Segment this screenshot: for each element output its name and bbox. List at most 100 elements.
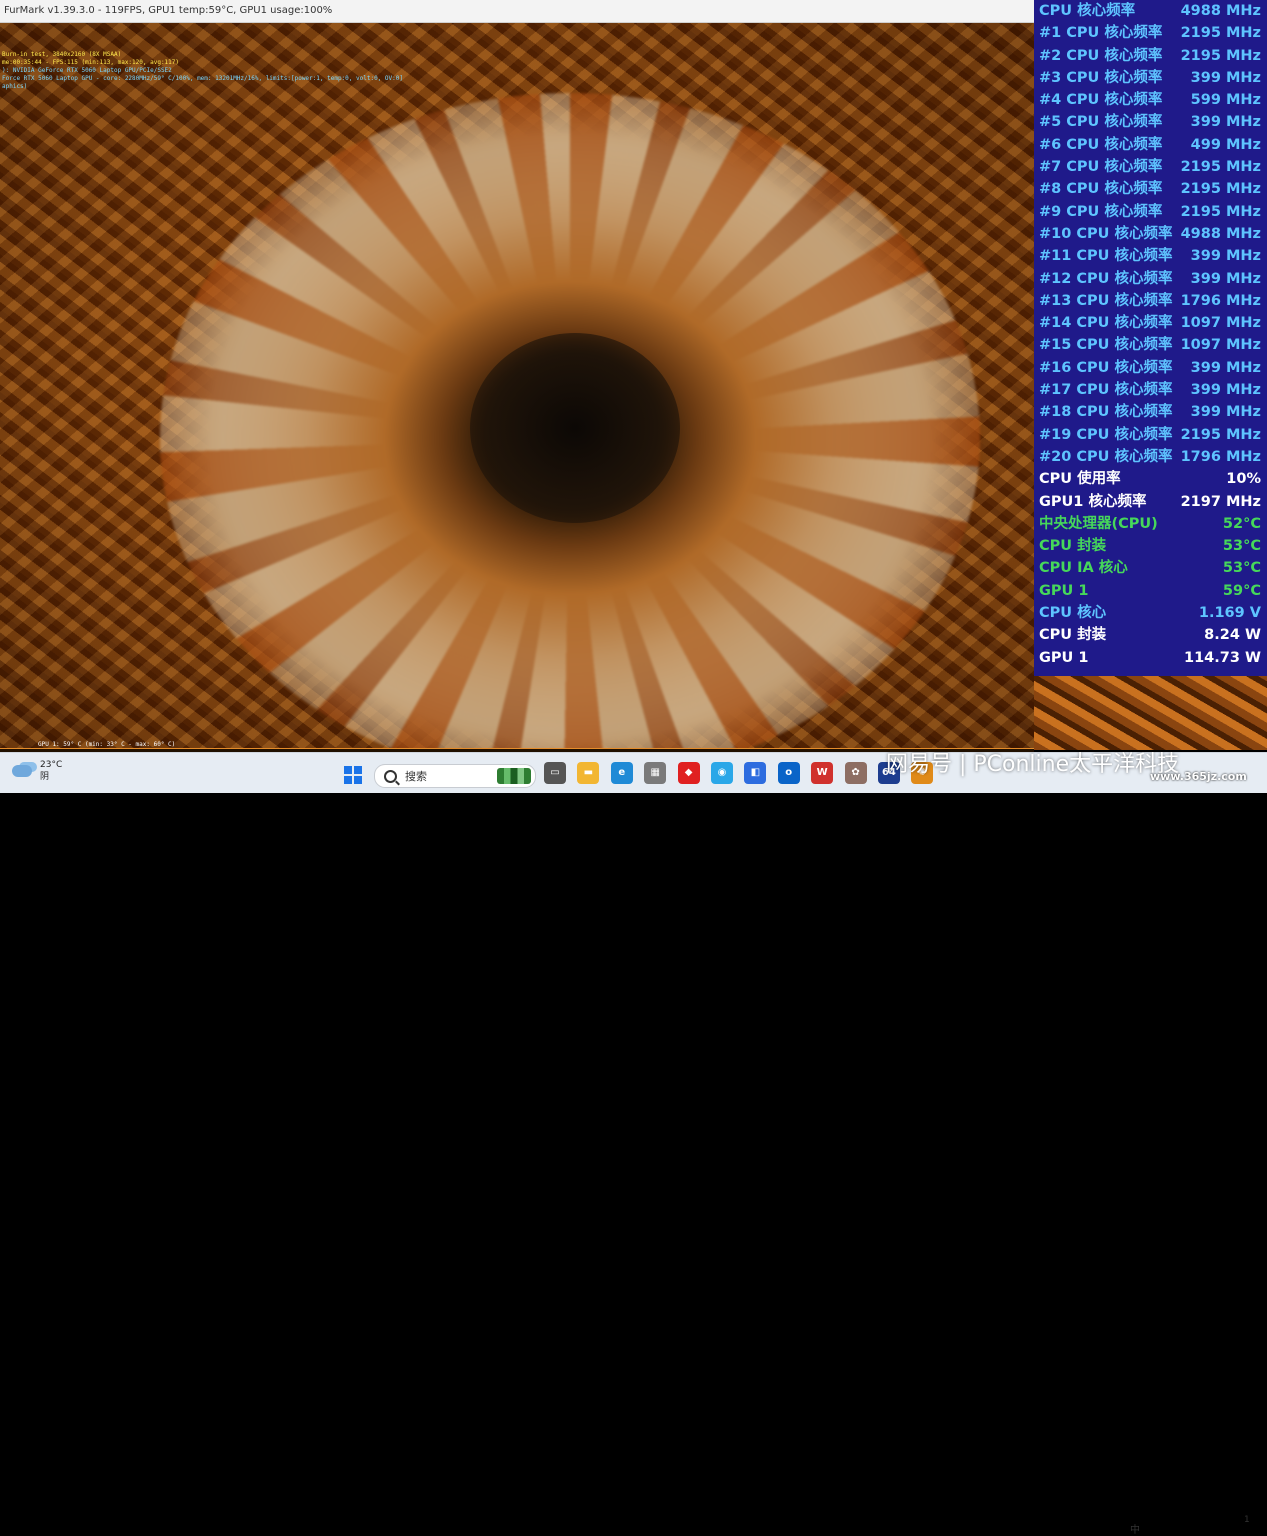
sensor-row: #7 CPU 核心频率 2195 MHz	[1034, 156, 1267, 178]
input-method-indicator[interactable]: 中	[1130, 1521, 1140, 1536]
sensor-value: 399 MHz	[1190, 404, 1261, 421]
search-highlight-image	[497, 768, 531, 784]
sensor-row: #13 CPU 核心频率 1796 MHz	[1034, 290, 1267, 312]
copilot-icon[interactable]: ◧	[744, 762, 767, 784]
sensor-value: 4988 MHz	[1180, 3, 1261, 19]
outlook-icon[interactable]: o	[777, 762, 800, 784]
sensor-row: #12 CPU 核心频率 399 MHz	[1034, 268, 1267, 290]
sensor-row: #4 CPU 核心频率 599 MHz	[1034, 89, 1267, 111]
window-title: FurMark v1.39.3.0 - 119FPS, GPU1 temp:59…	[4, 5, 333, 16]
sensor-row: #19 CPU 核心频率 2195 MHz	[1034, 424, 1267, 446]
sensor-value: 399 MHz	[1190, 382, 1261, 399]
sensor-value: 1796 MHz	[1180, 448, 1261, 465]
sensor-label: #2 CPU 核心频率	[1039, 47, 1163, 64]
sensor-value: 52°C	[1222, 515, 1261, 532]
sensor-row: #20 CPU 核心频率 1796 MHz	[1034, 446, 1267, 468]
file-explorer-icon[interactable]: ▬	[577, 762, 600, 784]
taskbar-search-box[interactable]: 搜索	[374, 764, 536, 788]
sensor-label: GPU1 核心频率	[1039, 493, 1147, 510]
osd-line-renderer: ): NVIDIA GeForce RTX 5060 Laptop GPU/PC…	[2, 67, 172, 74]
globe-app-icon[interactable]: ◉	[710, 762, 733, 784]
osd-line-extra: aphics)	[2, 83, 28, 90]
sensor-row: #2 CPU 核心频率 2195 MHz	[1034, 45, 1267, 67]
store-icon[interactable]: ▦	[644, 762, 667, 784]
wps-icon[interactable]: W	[811, 762, 834, 784]
bug-app-icon[interactable]: ✿	[844, 762, 867, 784]
sensor-label: #19 CPU 核心频率	[1039, 426, 1173, 443]
sensor-label: #1 CPU 核心频率	[1039, 25, 1163, 42]
sensor-row: CPU IA 核心 53°C	[1034, 557, 1267, 579]
sensor-label: #17 CPU 核心频率	[1039, 382, 1173, 399]
sensor-label: #7 CPU 核心频率	[1039, 159, 1163, 176]
sensor-label: #15 CPU 核心频率	[1039, 337, 1173, 354]
sensor-label: #12 CPU 核心频率	[1039, 270, 1173, 287]
sensor-label: CPU IA 核心	[1039, 560, 1128, 577]
sensor-label: CPU 核心	[1039, 605, 1107, 622]
sensor-row: #3 CPU 核心频率 399 MHz	[1034, 67, 1267, 89]
sensor-label: 中央处理器(CPU)	[1039, 515, 1158, 532]
sensor-label: #14 CPU 核心频率	[1039, 315, 1173, 332]
sensor-row: #10 CPU 核心频率 4988 MHz	[1034, 223, 1267, 245]
sensor-label: #4 CPU 核心频率	[1039, 92, 1163, 109]
sensor-value: 399 MHz	[1190, 248, 1261, 265]
sensor-label: CPU 核心频率	[1039, 3, 1136, 19]
sensor-value: 2195 MHz	[1180, 181, 1261, 198]
sensor-value: 1097 MHz	[1180, 337, 1261, 354]
sensor-value: 114.73 W	[1184, 649, 1261, 666]
sensor-value: 1.169 V	[1198, 605, 1261, 622]
edge-icon[interactable]: e	[610, 762, 633, 784]
sensor-row: #14 CPU 核心频率 1097 MHz	[1034, 312, 1267, 334]
sensor-label: #5 CPU 核心频率	[1039, 114, 1163, 131]
osd-line-test-mode: Burn-in test, 3840x2160 (8X MSAA)	[2, 51, 122, 58]
task-view-icon[interactable]: ▭	[544, 762, 566, 784]
sensor-row: #8 CPU 核心频率 2195 MHz	[1034, 178, 1267, 200]
sensor-value: 2195 MHz	[1180, 426, 1261, 443]
sensor-value: 2195 MHz	[1180, 25, 1261, 42]
sensor-value: 399 MHz	[1190, 359, 1261, 376]
sensor-value: 59°C	[1222, 582, 1261, 599]
sensor-label: #13 CPU 核心频率	[1039, 292, 1173, 309]
sensor-row: #6 CPU 核心频率 499 MHz	[1034, 134, 1267, 156]
furmark-title-bar[interactable]: FurMark v1.39.3.0 - 119FPS, GPU1 temp:59…	[0, 0, 1034, 23]
sensor-value: 2195 MHz	[1180, 47, 1261, 64]
sensor-label: #16 CPU 核心频率	[1039, 359, 1173, 376]
sensor-label: #11 CPU 核心频率	[1039, 248, 1173, 265]
osd-line-gpu-stats: Force RTX 5060 Laptop GPU - core: 2280MH…	[2, 75, 403, 82]
furmark-render-area: Burn-in test, 3840x2160 (8X MSAA) me:00:…	[0, 23, 1034, 750]
red-app-icon[interactable]: ◆	[677, 762, 700, 784]
sensor-label: #6 CPU 核心频率	[1039, 136, 1163, 153]
weather-widget[interactable]: 23°C 阴	[12, 759, 62, 783]
sensor-row: #1 CPU 核心频率 2195 MHz	[1034, 22, 1267, 44]
sensor-value: 2195 MHz	[1180, 159, 1261, 176]
sensor-label: GPU 1	[1039, 649, 1089, 666]
sensor-row: #15 CPU 核心频率 1097 MHz	[1034, 334, 1267, 356]
taskbar-app-icons: ▭ ▬ e ▦ ◆ ◉ ◧ o W ✿ 64 ✺	[544, 762, 945, 784]
windows-logo-icon	[344, 766, 352, 774]
sensor-row: CPU 核心 1.169 V	[1034, 602, 1267, 624]
start-button[interactable]	[344, 766, 362, 784]
furmark-render-area-right	[1034, 676, 1267, 750]
sensor-label: GPU 1	[1039, 582, 1089, 599]
sensor-row: #16 CPU 核心频率 399 MHz	[1034, 357, 1267, 379]
sensor-row: #18 CPU 核心频率 399 MHz	[1034, 401, 1267, 423]
watermark-site: www.365jz.com	[1150, 770, 1247, 783]
sensor-label: #18 CPU 核心频率	[1039, 404, 1173, 421]
sensor-row: GPU 1 59°C	[1034, 580, 1267, 602]
clock[interactable]: 1	[1244, 1515, 1250, 1525]
sensor-value: 399 MHz	[1190, 69, 1261, 86]
sensor-row: 中央处理器(CPU) 52°C	[1034, 513, 1267, 535]
sensor-value: 2195 MHz	[1180, 203, 1261, 220]
gpu-temp-graph-label: GPU 1: 59° C (min: 33° C - max: 60° C)	[38, 741, 176, 748]
sensor-row: CPU 封装 53°C	[1034, 535, 1267, 557]
sensor-row: GPU1 核心频率 2197 MHz	[1034, 491, 1267, 513]
sensor-value: 10%	[1226, 471, 1261, 488]
sensor-label: #8 CPU 核心频率	[1039, 181, 1163, 198]
sensor-value: 399 MHz	[1190, 114, 1261, 131]
sensor-label: #10 CPU 核心频率	[1039, 225, 1173, 242]
sensor-value: 2197 MHz	[1180, 493, 1261, 510]
sensor-value: 1097 MHz	[1180, 315, 1261, 332]
search-placeholder: 搜索	[405, 770, 427, 783]
sensor-label: #9 CPU 核心频率	[1039, 203, 1163, 220]
watermark-text: 网易号 | PConline太平洋科技	[886, 752, 1180, 777]
sensor-label: CPU 封装	[1039, 627, 1107, 644]
